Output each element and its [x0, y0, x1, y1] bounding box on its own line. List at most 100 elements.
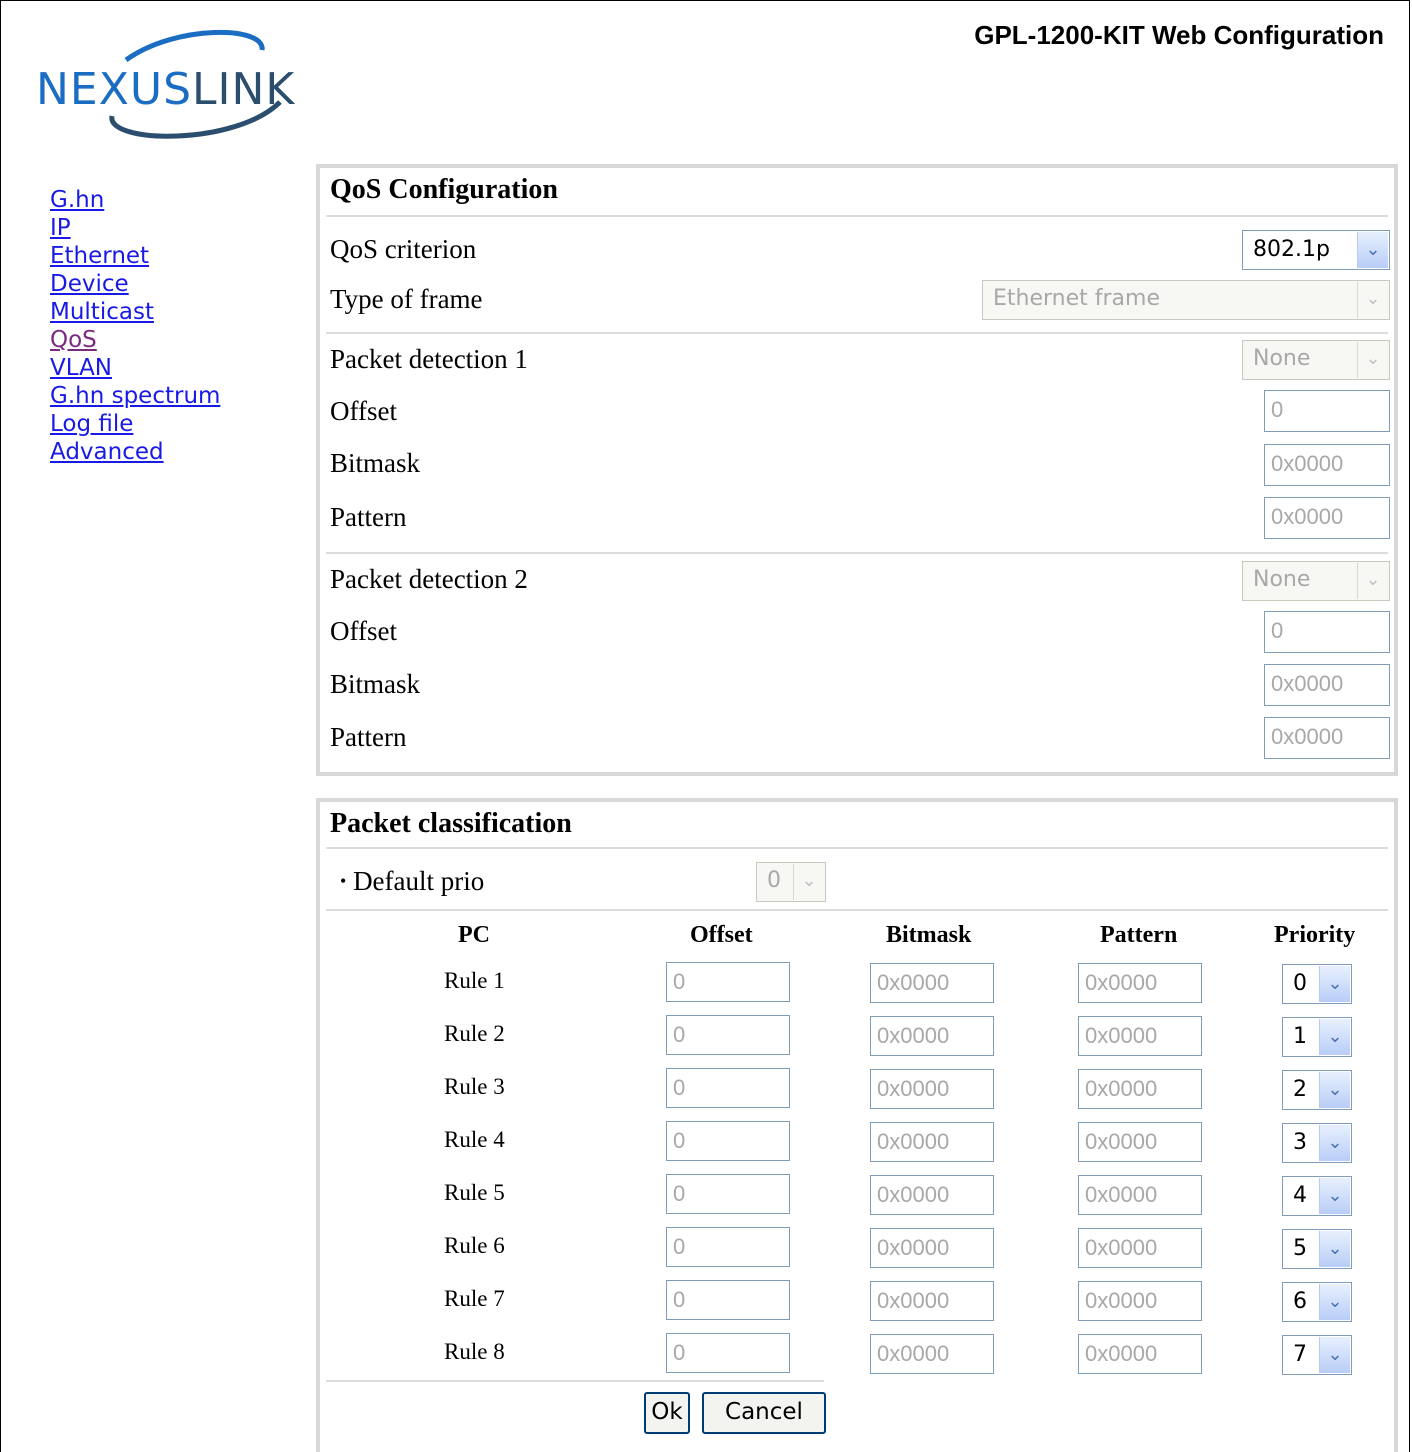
rule-bitmask-field[interactable]: 0x0000 — [870, 1228, 994, 1268]
rule-priority-select[interactable]: 7 ⌄ — [1282, 1335, 1352, 1375]
packet-detection-2-value: None — [1253, 567, 1311, 592]
nexuslink-logo: NEXUSLINK — [36, 28, 336, 144]
nav-link-ghn[interactable]: G.hn — [50, 186, 220, 214]
rule-priority-value: 5 — [1293, 1236, 1307, 1261]
pd2-bitmask-label: Bitmask — [330, 669, 421, 699]
nav-link-qos[interactable]: QoS — [50, 326, 220, 354]
default-prio-text: Default prio — [353, 866, 485, 896]
rule-pattern-field[interactable]: 0x0000 — [1078, 1122, 1202, 1162]
ok-button[interactable]: Ok — [644, 1392, 690, 1434]
rule-bitmask-field[interactable]: 0x0000 — [870, 1334, 994, 1374]
rule-pattern-field[interactable]: 0x0000 — [1078, 1281, 1202, 1321]
rule-label: Rule 3 — [444, 1074, 505, 1099]
rule-label: Rule 4 — [444, 1127, 505, 1152]
rule-label: Rule 8 — [444, 1339, 505, 1364]
pd1-bitmask-field[interactable]: 0x0000 — [1264, 444, 1390, 486]
qos-criterion-label: QoS criterion — [330, 234, 477, 264]
divider — [326, 332, 1388, 334]
logo-text-link: LINK — [192, 64, 296, 115]
rule-offset-field[interactable]: 0 — [666, 962, 790, 1002]
chevron-down-icon: ⌄ — [1319, 1284, 1350, 1320]
rule-offset-field[interactable]: 0 — [666, 1227, 790, 1267]
cancel-button[interactable]: Cancel — [702, 1392, 826, 1434]
rule-pattern-field[interactable]: 0x0000 — [1078, 1069, 1202, 1109]
chevron-down-icon: ⌄ — [1357, 563, 1388, 599]
divider — [326, 552, 1388, 554]
nav-link-vlan[interactable]: VLAN — [50, 354, 220, 382]
nav-link-advanced[interactable]: Advanced — [50, 438, 220, 466]
app-title: GPL-1200-KIT Web Configuration — [974, 20, 1384, 50]
column-header-bitmask: Bitmask — [886, 922, 972, 948]
rule-bitmask-field[interactable]: 0x0000 — [870, 963, 994, 1003]
rule-pattern-field[interactable]: 0x0000 — [1078, 1334, 1202, 1374]
rule-offset-field[interactable]: 0 — [666, 1015, 790, 1055]
pd2-pattern-field[interactable]: 0x0000 — [1264, 717, 1390, 759]
rule-pattern-field[interactable]: 0x0000 — [1078, 1016, 1202, 1056]
rule-bitmask-field[interactable]: 0x0000 — [870, 1016, 994, 1056]
rule-label: Rule 7 — [444, 1286, 505, 1311]
rule-priority-select[interactable]: 5 ⌄ — [1282, 1229, 1352, 1269]
chevron-down-icon: ⌄ — [1319, 1072, 1350, 1108]
pd2-offset-field[interactable]: 0 — [1264, 611, 1390, 653]
rule-bitmask-field[interactable]: 0x0000 — [870, 1281, 994, 1321]
chevron-down-icon: ⌄ — [1319, 1019, 1350, 1055]
rule-bitmask-field[interactable]: 0x0000 — [870, 1175, 994, 1215]
rule-pattern-field[interactable]: 0x0000 — [1078, 1228, 1202, 1268]
default-prio-value: 0 — [767, 868, 781, 893]
nav-link-device[interactable]: Device — [50, 270, 220, 298]
packet-detection-1-label: Packet detection 1 — [330, 344, 528, 374]
rule-label: Rule 1 — [444, 968, 505, 993]
rule-priority-value: 0 — [1293, 971, 1307, 996]
rule-label: Rule 6 — [444, 1233, 505, 1258]
pd1-offset-label: Offset — [330, 396, 397, 426]
nav-link-log-file[interactable]: Log file — [50, 410, 220, 438]
default-prio-select[interactable]: 0 ⌄ — [756, 862, 826, 902]
type-of-frame-select[interactable]: Ethernet frame ⌄ — [982, 280, 1390, 320]
chevron-down-icon: ⌄ — [1319, 1337, 1350, 1373]
rule-priority-select[interactable]: 3 ⌄ — [1282, 1123, 1352, 1163]
rule-pattern-field[interactable]: 0x0000 — [1078, 1175, 1202, 1215]
rule-label: Rule 5 — [444, 1180, 505, 1205]
rule-priority-select[interactable]: 6 ⌄ — [1282, 1282, 1352, 1322]
rule-priority-value: 1 — [1293, 1024, 1307, 1049]
divider — [326, 847, 1388, 849]
nav-link-ghn-spectrum[interactable]: G.hn spectrum — [50, 382, 220, 410]
chevron-down-icon: ⌄ — [1357, 232, 1388, 268]
nav-link-multicast[interactable]: Multicast — [50, 298, 220, 326]
divider — [326, 215, 1388, 217]
rule-priority-select[interactable]: 1 ⌄ — [1282, 1017, 1352, 1057]
rule-priority-select[interactable]: 0 ⌄ — [1282, 964, 1352, 1004]
pd2-bitmask-field[interactable]: 0x0000 — [1264, 664, 1390, 706]
type-of-frame-value: Ethernet frame — [993, 286, 1160, 311]
rule-offset-field[interactable]: 0 — [666, 1068, 790, 1108]
pd1-pattern-field[interactable]: 0x0000 — [1264, 497, 1390, 539]
rule-priority-select[interactable]: 4 ⌄ — [1282, 1176, 1352, 1216]
rule-offset-field[interactable]: 0 — [666, 1333, 790, 1373]
rule-offset-field[interactable]: 0 — [666, 1280, 790, 1320]
packet-detection-1-value: None — [1253, 346, 1311, 371]
chevron-down-icon: ⌄ — [1357, 342, 1388, 378]
qos-panel-title: QoS Configuration — [330, 174, 558, 205]
logo-text-nexus: NEXUS — [36, 64, 192, 115]
rule-priority-value: 7 — [1293, 1342, 1307, 1367]
pd2-offset-label: Offset — [330, 616, 397, 646]
nav-link-ethernet[interactable]: Ethernet — [50, 242, 220, 270]
default-prio-label: • Default prio — [340, 866, 484, 897]
type-of-frame-label: Type of frame — [330, 284, 483, 314]
classification-panel-title: Packet classification — [330, 808, 572, 839]
pd1-offset-field[interactable]: 0 — [1264, 390, 1390, 432]
rule-offset-field[interactable]: 0 — [666, 1121, 790, 1161]
rule-priority-select[interactable]: 2 ⌄ — [1282, 1070, 1352, 1110]
nav-link-ip[interactable]: IP — [50, 214, 220, 242]
chevron-down-icon: ⌄ — [1319, 966, 1350, 1002]
rule-bitmask-field[interactable]: 0x0000 — [870, 1122, 994, 1162]
packet-detection-1-select[interactable]: None ⌄ — [1242, 340, 1390, 380]
column-header-priority: Priority — [1274, 922, 1356, 948]
rule-offset-field[interactable]: 0 — [666, 1174, 790, 1214]
rule-pattern-field[interactable]: 0x0000 — [1078, 963, 1202, 1003]
rule-label: Rule 2 — [444, 1021, 505, 1046]
chevron-down-icon: ⌄ — [793, 864, 824, 900]
packet-detection-2-select[interactable]: None ⌄ — [1242, 561, 1390, 601]
qos-criterion-select[interactable]: 802.1p ⌄ — [1242, 230, 1390, 270]
rule-bitmask-field[interactable]: 0x0000 — [870, 1069, 994, 1109]
